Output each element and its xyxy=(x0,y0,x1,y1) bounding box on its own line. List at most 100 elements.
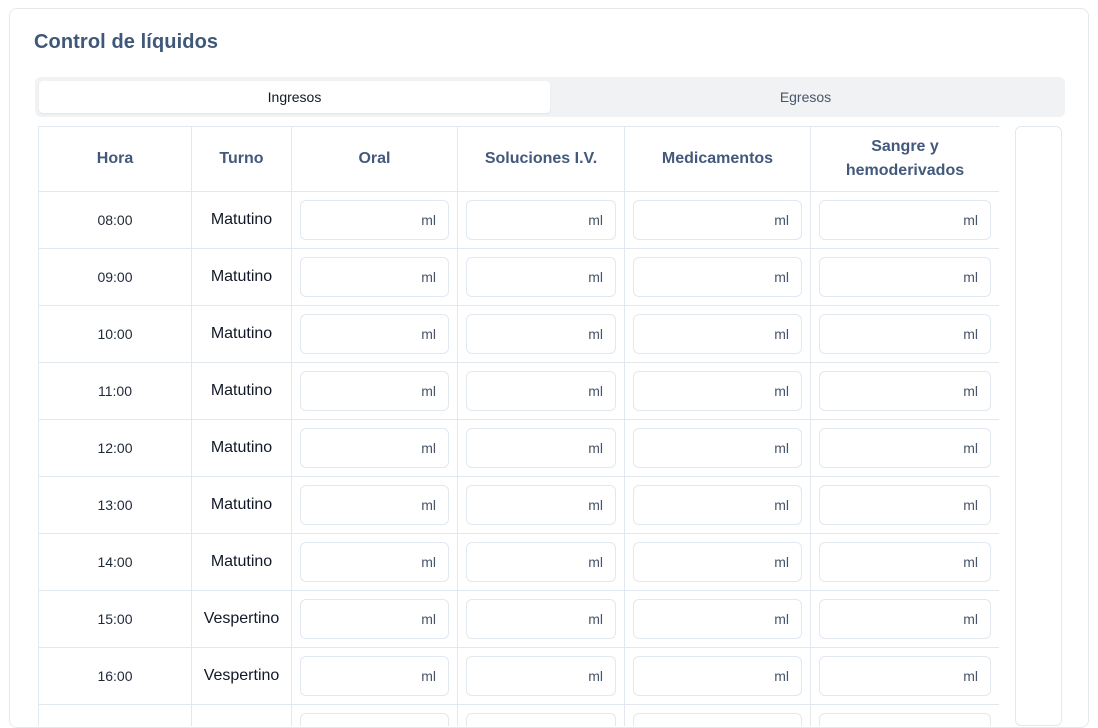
oral-input[interactable]: ml xyxy=(300,656,449,696)
oral-cell: ml xyxy=(291,704,458,726)
table-row: 08:00 Matutino ml ml ml ml xyxy=(38,191,999,249)
soluciones-iv-cell: ml xyxy=(457,248,625,306)
hour-cell: 11:00 xyxy=(38,362,192,420)
medicamentos-input[interactable]: ml xyxy=(633,542,802,582)
unit-label: ml xyxy=(421,269,436,285)
oral-input[interactable]: ml xyxy=(300,713,449,726)
medicamentos-input[interactable]: ml xyxy=(633,656,802,696)
medicamentos-input[interactable]: ml xyxy=(633,257,802,297)
oral-cell: ml xyxy=(291,476,458,534)
shift-cell: Matutino xyxy=(191,476,292,534)
column-header-medicamentos: Medicamentos xyxy=(624,126,811,192)
medicamentos-input[interactable]: ml xyxy=(633,371,802,411)
unit-label: ml xyxy=(421,554,436,570)
medicamentos-cell: ml xyxy=(624,647,811,705)
sangre-hemoderivados-input[interactable]: ml xyxy=(819,713,991,726)
unit-label: ml xyxy=(421,440,436,456)
oral-input[interactable]: ml xyxy=(300,428,449,468)
tab-ingresos[interactable]: Ingresos xyxy=(39,81,550,113)
oral-cell: ml xyxy=(291,362,458,420)
sangre-hemoderivados-input[interactable]: ml xyxy=(819,314,991,354)
sangre-hemoderivados-cell: ml xyxy=(810,248,999,306)
sangre-hemoderivados-input[interactable]: ml xyxy=(819,371,991,411)
oral-input[interactable]: ml xyxy=(300,371,449,411)
medicamentos-cell: ml xyxy=(624,704,811,726)
shift-cell: Vespertino xyxy=(191,647,292,705)
medicamentos-input[interactable]: ml xyxy=(633,485,802,525)
oral-cell: ml xyxy=(291,191,458,249)
soluciones-iv-cell: ml xyxy=(457,191,625,249)
unit-label: ml xyxy=(588,212,603,228)
sangre-hemoderivados-cell: ml xyxy=(810,419,999,477)
medicamentos-input[interactable]: ml xyxy=(633,314,802,354)
sangre-hemoderivados-cell: ml xyxy=(810,704,999,726)
tab-egresos[interactable]: Egresos xyxy=(550,81,1061,113)
oral-input[interactable]: ml xyxy=(300,314,449,354)
soluciones-iv-input[interactable]: ml xyxy=(466,371,616,411)
sangre-hemoderivados-input[interactable]: ml xyxy=(819,599,991,639)
table-row: ml ml ml ml xyxy=(38,704,999,726)
medicamentos-cell: ml xyxy=(624,362,811,420)
shift-cell: Matutino xyxy=(191,362,292,420)
unit-label: ml xyxy=(421,497,436,513)
unit-label: ml xyxy=(774,326,789,342)
unit-label: ml xyxy=(963,725,978,726)
oral-cell: ml xyxy=(291,419,458,477)
sangre-hemoderivados-cell: ml xyxy=(810,647,999,705)
hour-cell: 15:00 xyxy=(38,590,192,648)
table-body: 08:00 Matutino ml ml ml ml 09:00 Matutino ml ml ml… xyxy=(38,191,999,726)
unit-label: ml xyxy=(963,611,978,627)
hour-cell: 16:00 xyxy=(38,647,192,705)
sangre-hemoderivados-input[interactable]: ml xyxy=(819,428,991,468)
soluciones-iv-input[interactable]: ml xyxy=(466,485,616,525)
sangre-hemoderivados-input[interactable]: ml xyxy=(819,485,991,525)
sangre-hemoderivados-input[interactable]: ml xyxy=(819,542,991,582)
oral-input[interactable]: ml xyxy=(300,599,449,639)
soluciones-iv-input[interactable]: ml xyxy=(466,656,616,696)
oral-cell: ml xyxy=(291,533,458,591)
tab-list: Ingresos Egresos xyxy=(35,77,1065,117)
oral-input[interactable]: ml xyxy=(300,257,449,297)
sangre-hemoderivados-input[interactable]: ml xyxy=(819,656,991,696)
soluciones-iv-input[interactable]: ml xyxy=(466,599,616,639)
soluciones-iv-input[interactable]: ml xyxy=(466,200,616,240)
page-title: Control de líquidos xyxy=(34,31,219,53)
sangre-hemoderivados-cell: ml xyxy=(810,191,999,249)
unit-label: ml xyxy=(588,668,603,684)
oral-input[interactable]: ml xyxy=(300,542,449,582)
medicamentos-cell: ml xyxy=(624,476,811,534)
table-row: 11:00 Matutino ml ml ml ml xyxy=(38,362,999,420)
oral-input[interactable]: ml xyxy=(300,200,449,240)
soluciones-iv-input[interactable]: ml xyxy=(466,428,616,468)
soluciones-iv-input[interactable]: ml xyxy=(466,542,616,582)
oral-cell: ml xyxy=(291,248,458,306)
shift-cell: Matutino xyxy=(191,305,292,363)
soluciones-iv-cell: ml xyxy=(457,305,625,363)
medicamentos-input[interactable]: ml xyxy=(633,599,802,639)
soluciones-iv-input[interactable]: ml xyxy=(466,314,616,354)
medicamentos-input[interactable]: ml xyxy=(633,428,802,468)
soluciones-iv-cell: ml xyxy=(457,476,625,534)
sangre-hemoderivados-cell: ml xyxy=(810,590,999,648)
sangre-hemoderivados-input[interactable]: ml xyxy=(819,257,991,297)
unit-label: ml xyxy=(774,269,789,285)
medicamentos-input[interactable]: ml xyxy=(633,200,802,240)
medicamentos-cell: ml xyxy=(624,533,811,591)
sangre-hemoderivados-input[interactable]: ml xyxy=(819,200,991,240)
soluciones-iv-input[interactable]: ml xyxy=(466,713,616,726)
soluciones-iv-cell: ml xyxy=(457,419,625,477)
soluciones-iv-cell: ml xyxy=(457,647,625,705)
shift-cell: Vespertino xyxy=(191,590,292,648)
medicamentos-input[interactable]: ml xyxy=(633,713,802,726)
hour-cell: 14:00 xyxy=(38,533,192,591)
unit-label: ml xyxy=(588,497,603,513)
unit-label: ml xyxy=(963,269,978,285)
soluciones-iv-input[interactable]: ml xyxy=(466,257,616,297)
sangre-hemoderivados-cell: ml xyxy=(810,362,999,420)
table-row: 15:00 Vespertino ml ml ml ml xyxy=(38,590,999,648)
fluid-control-card: Control de líquidos Ingresos Egresos Hor… xyxy=(9,8,1089,728)
medicamentos-cell: ml xyxy=(624,590,811,648)
oral-input[interactable]: ml xyxy=(300,485,449,525)
unit-label: ml xyxy=(963,668,978,684)
table-header-row: Hora Turno Oral Soluciones I.V. Medicame… xyxy=(38,126,999,192)
